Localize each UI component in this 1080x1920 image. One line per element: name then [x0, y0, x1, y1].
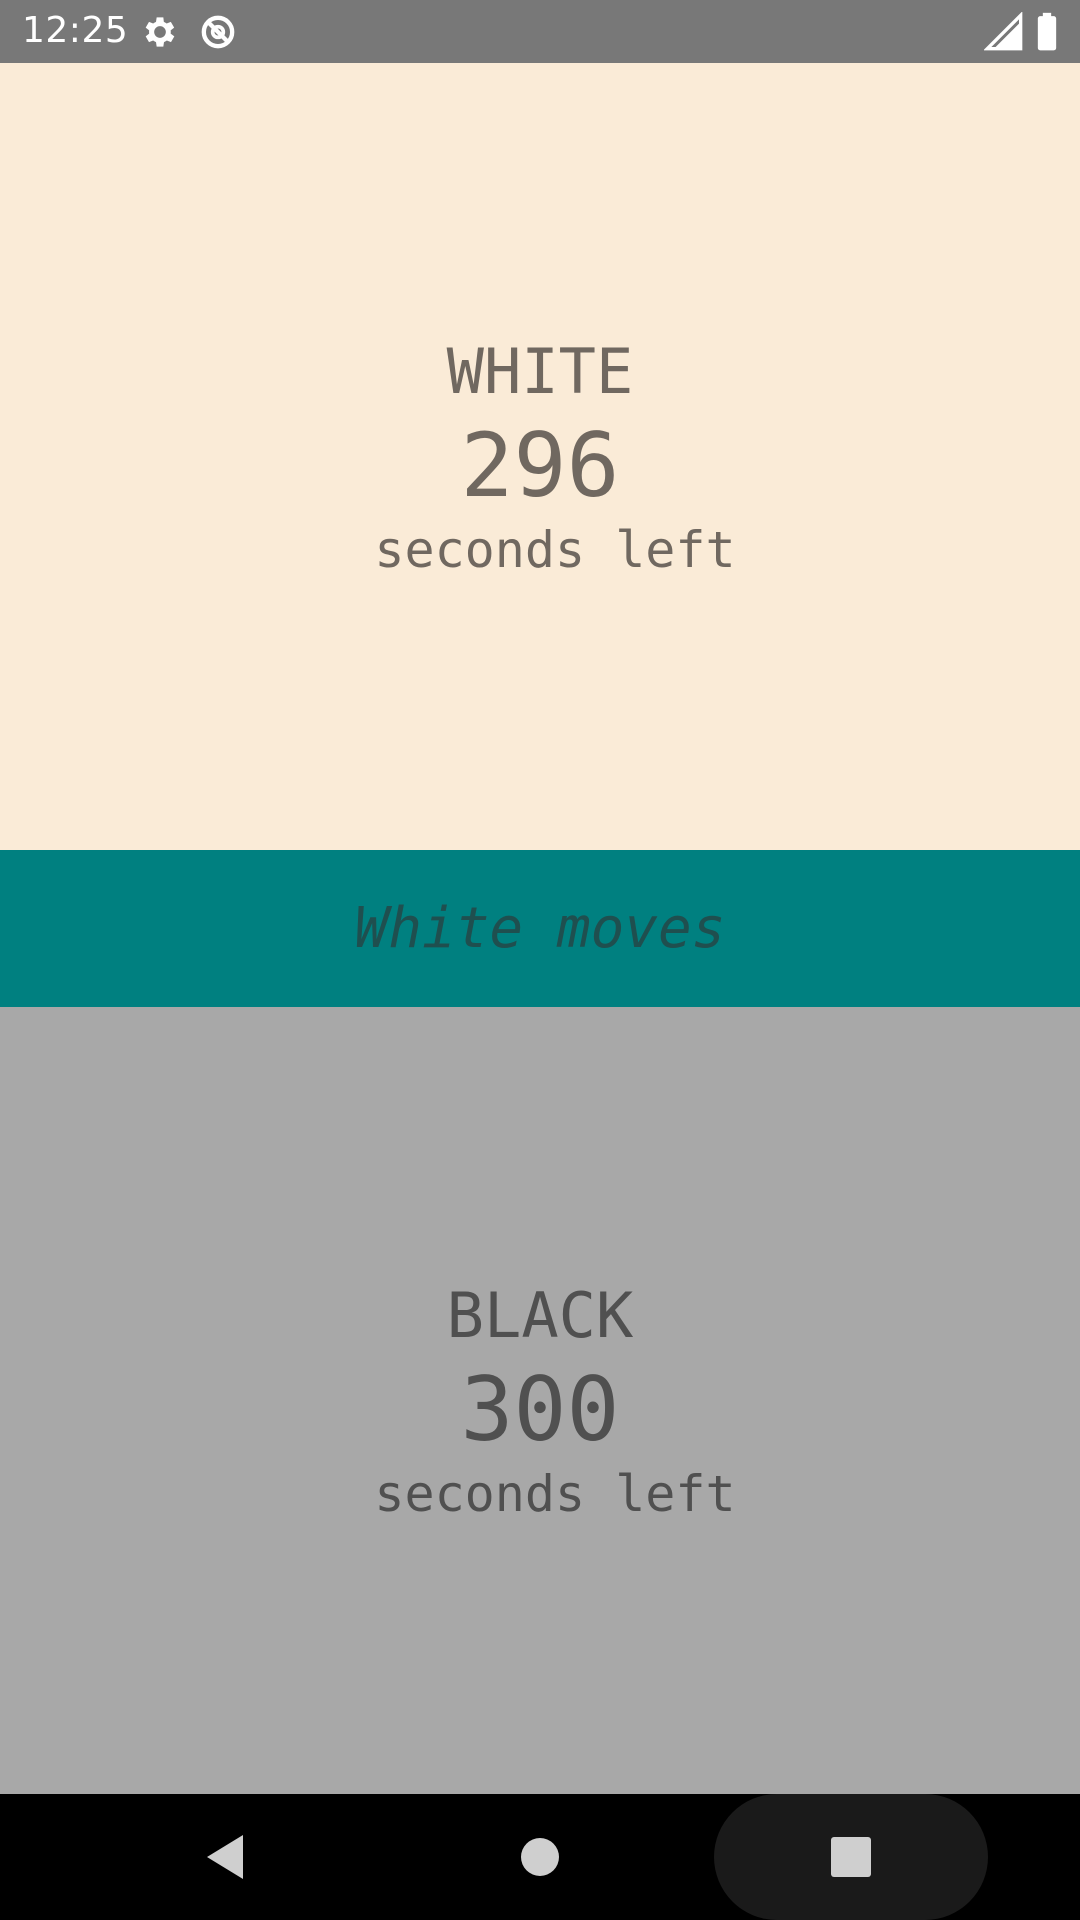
black-player-clock[interactable]: BLACK 300 seconds left — [0, 1007, 1080, 1794]
home-icon — [521, 1838, 559, 1876]
recents-button[interactable] — [714, 1794, 988, 1920]
home-button[interactable] — [485, 1794, 595, 1920]
signal-icon — [984, 12, 1024, 52]
status-time: 12:25 — [22, 10, 129, 51]
white-player-name: WHITE — [446, 334, 634, 408]
battery-icon — [1030, 12, 1064, 52]
turn-label: White moves — [354, 895, 726, 961]
status-bar: 12:25 — [0, 0, 1080, 63]
back-button[interactable] — [170, 1794, 280, 1920]
white-seconds-label: seconds left — [374, 520, 736, 579]
gear-icon — [140, 12, 180, 52]
navigation-bar — [0, 1794, 1080, 1920]
black-seconds-label: seconds left — [374, 1464, 736, 1523]
recents-icon — [831, 1837, 871, 1877]
sync-disabled-icon — [198, 12, 238, 52]
white-seconds-remaining: 296 — [460, 413, 620, 517]
black-seconds-remaining: 300 — [460, 1357, 620, 1461]
app-screen: 12:25 WHITE 296 seconds left White moves… — [0, 0, 1080, 1920]
black-player-name: BLACK — [446, 1278, 634, 1352]
back-icon — [207, 1835, 243, 1879]
white-player-clock[interactable]: WHITE 296 seconds left — [0, 63, 1080, 850]
turn-indicator-bar: White moves — [0, 850, 1080, 1007]
